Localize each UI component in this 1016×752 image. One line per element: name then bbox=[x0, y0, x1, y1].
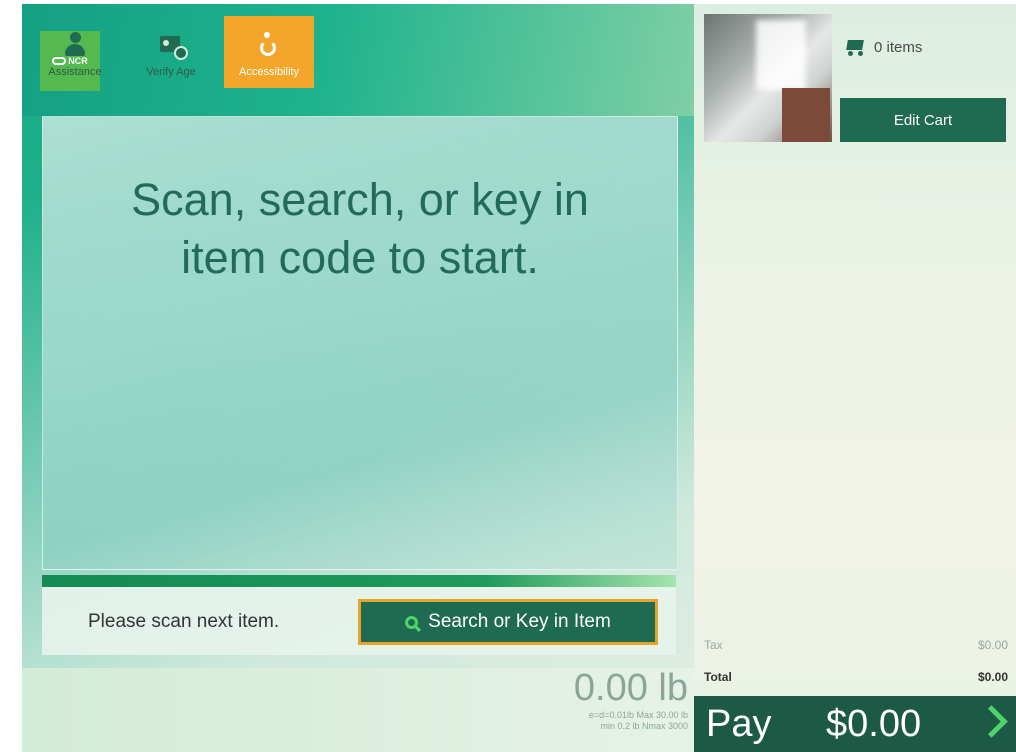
status-row: Please scan next item. Search or Key in … bbox=[42, 587, 676, 655]
scale-weight: 0.00 lb bbox=[573, 667, 688, 709]
total-label: Total bbox=[704, 670, 732, 684]
accessibility-label: Accessibility bbox=[239, 66, 299, 78]
chevron-right-icon bbox=[975, 705, 1008, 738]
tax-row: Tax $0.00 bbox=[704, 638, 1008, 652]
accessibility-button[interactable]: Accessibility bbox=[224, 16, 314, 88]
pay-amount: $0.00 bbox=[826, 703, 922, 745]
verify-age-button[interactable]: Verify Age bbox=[126, 16, 216, 88]
instruction-headline: Scan, search, or key in item code to sta… bbox=[43, 171, 677, 287]
total-value: $0.00 bbox=[977, 670, 1008, 684]
headline-line-2: item code to start. bbox=[181, 232, 539, 283]
search-icon bbox=[405, 615, 419, 629]
wheelchair-icon bbox=[256, 32, 282, 58]
shopping-cart-icon bbox=[844, 38, 866, 56]
assistance-label: Assistance bbox=[48, 66, 102, 78]
pay-label: Pay bbox=[706, 703, 772, 745]
cart-panel: 0 items Edit Cart Tax $0.00 Total $0.00 … bbox=[694, 4, 1016, 752]
tax-label: Tax bbox=[704, 638, 723, 652]
main-panel: NCR Scan, search, or key in item code to… bbox=[22, 4, 694, 752]
progress-bar bbox=[42, 575, 676, 587]
cart-summary: 0 items bbox=[844, 38, 922, 56]
scale-specs: e=d=0.01lb Max 30.00 lb min 0.2 lb Nmax … bbox=[492, 710, 688, 732]
person-icon bbox=[62, 32, 88, 58]
scale-specs-line-1: e=d=0.01lb Max 30.00 lb bbox=[588, 710, 688, 720]
search-button-label: Search or Key in Item bbox=[428, 611, 611, 632]
instruction-panel: Scan, search, or key in item code to sta… bbox=[42, 116, 678, 570]
assistance-button[interactable]: Assistance bbox=[30, 16, 120, 88]
id-card-icon bbox=[158, 32, 188, 60]
total-row: Total $0.00 bbox=[704, 670, 1008, 684]
edit-cart-button[interactable]: Edit Cart bbox=[840, 98, 1006, 142]
kiosk-screen: NCR Scan, search, or key in item code to… bbox=[22, 4, 1016, 752]
search-or-key-in-button[interactable]: Search or Key in Item bbox=[358, 599, 658, 645]
tax-value: $0.00 bbox=[977, 638, 1008, 652]
header-band bbox=[22, 4, 694, 116]
headline-line-1: Scan, search, or key in bbox=[131, 174, 589, 225]
scale-specs-line-2: min 0.2 lb Nmax 3000 bbox=[600, 721, 688, 731]
status-message: Please scan next item. bbox=[88, 611, 280, 632]
camera-feed bbox=[704, 14, 832, 142]
cart-item-count: 0 items bbox=[874, 38, 923, 56]
verify-age-label: Verify Age bbox=[146, 66, 196, 78]
pay-button[interactable]: Pay $0.00 bbox=[694, 696, 1016, 752]
